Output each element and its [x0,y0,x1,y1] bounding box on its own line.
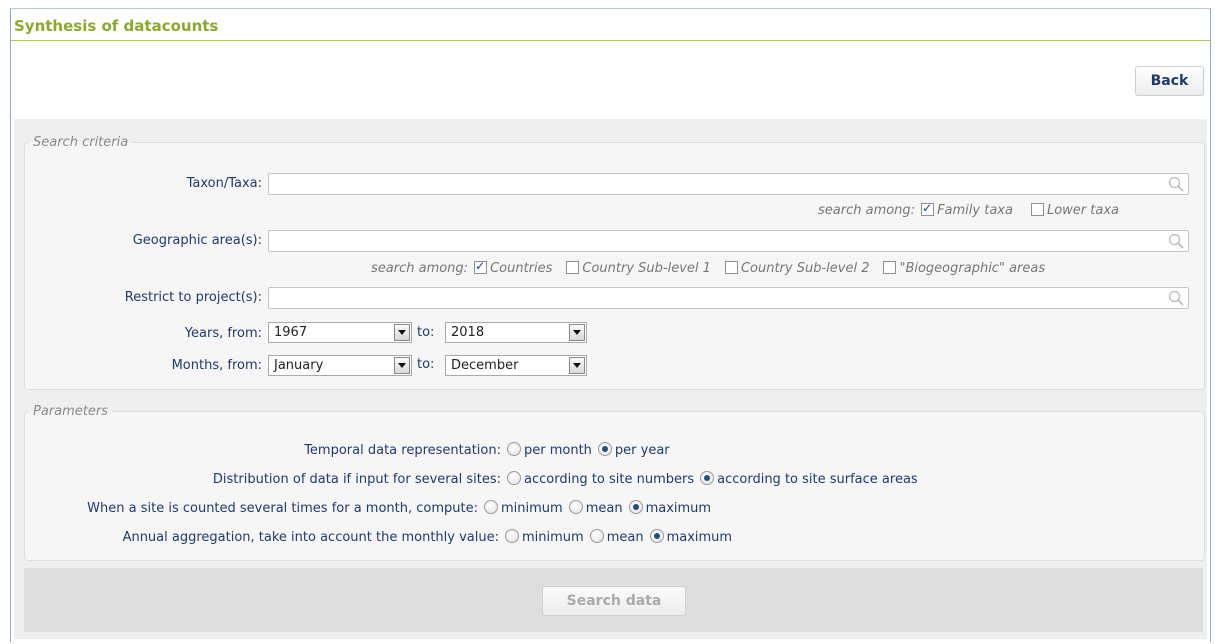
param-label: Distribution of data if input for severa… [212,472,501,487]
per-month-radio[interactable] [507,442,521,456]
site-surface-areas-radio[interactable] [700,471,715,485]
month-from-value: January [274,358,324,373]
year-from-select[interactable]: 1967 [268,322,412,343]
radio-label: according to site numbers [524,472,695,487]
radio-label: maximum [666,530,733,545]
countries-checkbox[interactable] [474,259,488,274]
search-icon [1168,176,1184,192]
project-label: Restrict to project(s): [124,290,262,305]
month-to-select[interactable]: December [445,355,587,376]
radio-label: per year [614,443,670,458]
month-to-label: to: [417,357,435,372]
mean-radio[interactable] [568,500,583,514]
distribution-row: Distribution of data if input for severa… [20,471,918,487]
temporal-representation-row: Temporal data representation: per month pe… [20,442,670,458]
countries-label: Countries [490,261,553,276]
taxon-input[interactable] [268,173,1189,195]
geo-search-among-row: search among: Countries Country Sub-level … [371,259,1046,276]
site-numbers-radio[interactable] [507,471,521,485]
country-sub-level-1-label: Country Sub-level 1 [582,261,711,276]
radio-label: minimum [522,530,584,545]
lower-taxa-label: Lower taxa [1046,203,1119,218]
taxon-search-among-label: search among: [818,203,916,218]
max-radio[interactable] [628,500,643,514]
radio-label: mean [585,501,623,516]
geo-input[interactable] [268,230,1189,252]
taxon-label: Taxon/Taxa: [186,176,262,191]
page-title: Synthesis of datacounts [14,17,219,35]
radio-label: mean [606,530,644,545]
taxon-search-among-row: search among: Family taxa Lower taxa [818,201,1119,218]
country-sub-level-2-label: Country Sub-level 2 [740,261,870,276]
back-button[interactable]: Back [1135,66,1204,96]
year-to-label: to: [417,325,435,340]
month-from-select[interactable]: January [268,355,412,376]
chevron-down-icon [394,324,410,341]
years-label: Years, from: [184,326,262,341]
year-to-value: 2018 [451,325,485,340]
radio-label: according to site surface areas [717,472,918,487]
year-from-value: 1967 [274,325,308,340]
radio-label: maximum [645,501,712,516]
search-data-button[interactable]: Search data [542,586,686,616]
family-taxa-checkbox[interactable] [921,201,935,216]
biogeographic-areas-label: "Biogeographic" areas [899,261,1046,276]
min-radio[interactable] [484,500,498,514]
year-to-select[interactable]: 2018 [445,322,587,343]
annual-aggregation-row: Annual aggregation, take into account th… [20,529,732,545]
search-criteria-legend: Search criteria [33,135,129,150]
biogeographic-areas-checkbox[interactable] [883,261,897,274]
param-label: Temporal data representation: [304,443,501,458]
radio-label: per month [524,443,592,458]
site-counted-row: When a site is counted several times for… [20,500,711,516]
max-radio[interactable] [649,529,664,543]
parameters-legend: Parameters [33,404,108,419]
min-radio[interactable] [505,529,519,543]
search-icon [1168,233,1184,249]
project-input[interactable] [268,287,1189,309]
chevron-down-icon [569,357,585,374]
radio-label: minimum [501,501,563,516]
country-sub-level-2-checkbox[interactable] [724,261,738,274]
chevron-down-icon [569,324,585,341]
month-to-value: December [451,358,519,373]
geo-search-among-label: search among: [371,261,469,276]
param-label: When a site is counted several times for… [87,501,478,516]
family-taxa-label: Family taxa [937,203,1013,218]
title-divider [11,40,1210,41]
months-label: Months, from: [171,358,262,373]
geo-label: Geographic area(s): [132,233,262,248]
search-icon [1168,290,1184,306]
lower-taxa-checkbox[interactable] [1030,203,1044,216]
country-sub-level-1-checkbox[interactable] [566,261,580,274]
chevron-down-icon [394,357,410,374]
mean-radio[interactable] [589,529,604,543]
param-label: Annual aggregation, take into account th… [122,530,499,545]
per-year-radio[interactable] [597,442,612,456]
